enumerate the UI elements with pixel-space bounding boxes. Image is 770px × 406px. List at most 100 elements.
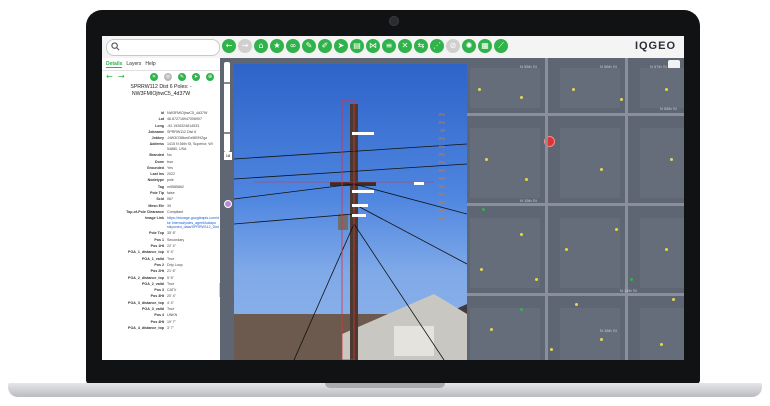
forward-arrow-icon[interactable]: → (118, 72, 125, 81)
pole-marker[interactable] (490, 328, 493, 331)
pole-marker[interactable] (672, 298, 675, 301)
pencil-icon[interactable]: ✐ (318, 39, 332, 53)
measurement-label: 0% (438, 120, 445, 125)
map-street (465, 203, 684, 206)
star-icon[interactable]: ★ (270, 39, 284, 53)
attachment-tag (352, 214, 366, 217)
block-icon[interactable]: ⊘ (446, 39, 460, 53)
pole-marker[interactable] (670, 158, 673, 161)
attachment-tag (352, 204, 368, 207)
direction-icon[interactable]: ➤ (192, 73, 200, 81)
navigate-icon[interactable]: ➤ (334, 39, 348, 53)
zoom-to-icon[interactable]: ⊕ (206, 73, 214, 81)
pole-marker[interactable] (485, 158, 488, 161)
pole-marker[interactable] (525, 178, 528, 181)
measurement-label: 0% (438, 160, 445, 165)
location-pin-icon[interactable] (224, 200, 232, 208)
pole-marker[interactable] (535, 278, 538, 281)
pole-marker[interactable] (665, 88, 668, 91)
panel-tabs: Details Layers Help (102, 58, 220, 71)
shuffle-icon[interactable]: ⇆ (414, 39, 428, 53)
link-icon[interactable]: ∞ (286, 39, 300, 53)
edit-icon[interactable]: ✎ (178, 73, 186, 81)
attachment-tag (352, 132, 374, 135)
panel-toolbar: ← → ✕ ≡ ✎ ➤ ⊕ (102, 71, 220, 83)
list-icon[interactable]: ≡ (164, 73, 172, 81)
pole-marker[interactable] (478, 88, 481, 91)
street-label: N 14th St (620, 288, 637, 293)
map-block (640, 128, 684, 198)
detail-key: Top-of-Pole Clearance (126, 209, 164, 214)
feature-title: SPRRW112 Dist 6 Poles: - NW3FMIOjhwC5_4d… (102, 84, 220, 98)
forward-icon[interactable]: → (238, 39, 252, 53)
measure-icon[interactable]: ⟋ (494, 39, 508, 53)
measurement-label: 0% (438, 176, 445, 181)
pole-marker[interactable] (600, 168, 603, 171)
tab-layers[interactable]: Layers (126, 61, 141, 68)
measurement-label: 0% (438, 136, 445, 141)
settings-icon[interactable]: ✺ (462, 39, 476, 53)
pole-marker[interactable] (565, 248, 568, 251)
pole-photo: 0% 0% 45 0% 0% 0% 0% 0% 0% 0% 0% 0% 0% 0% (234, 64, 467, 360)
pole-marker[interactable] (572, 88, 575, 91)
list-icon[interactable]: ≡ (382, 39, 396, 53)
map-block (640, 218, 684, 288)
measurement-label: 0% (438, 184, 445, 189)
feature-title-line2: NW3FMIOjhwC5_4d37W (131, 91, 191, 97)
close-icon[interactable]: ✕ (150, 73, 158, 81)
tools-icon[interactable]: ✕ (398, 39, 412, 53)
pole-marker[interactable] (660, 343, 663, 346)
image-link[interactable]: https://storage.googleapis.com/dp-ke int… (167, 216, 219, 229)
network-icon[interactable]: ⋈ (366, 39, 380, 53)
search-input[interactable] (106, 39, 220, 56)
pole-marker[interactable] (615, 228, 618, 231)
top-toolbar: ← → ⌂ ★ ∞ ✎ ✐ ➤ ▤ ⋈ ≡ ✕ ⇆ ⋰ ⊘ ✺ ▦ ⟋ IQGEO (102, 36, 684, 59)
pole-marker[interactable] (620, 98, 623, 101)
print-icon[interactable]: ▤ (350, 39, 364, 53)
street-label: N 58th St (660, 106, 677, 111)
detail-key: Address (149, 142, 164, 147)
zoom-slider[interactable] (224, 62, 230, 152)
street-label: N 57th St (650, 64, 667, 69)
app-screen: ← → ⌂ ★ ∞ ✎ ✐ ➤ ▤ ⋈ ≡ ✕ ⇆ ⋰ ⊘ ✺ ▦ ⟋ IQGEO Details Layers … (102, 36, 684, 360)
pole-marker[interactable] (575, 303, 578, 306)
map-block (640, 308, 684, 360)
detail-key: Jobkey (151, 136, 164, 141)
feature-title-line1: SPRRW112 Dist 6 Poles: - (130, 84, 192, 90)
pole-marker[interactable] (520, 233, 523, 236)
zoom-level: 18 (224, 152, 232, 160)
map-street (545, 58, 548, 360)
app-logo: IQGEO (634, 40, 676, 52)
laptop-notch (325, 383, 445, 388)
home-icon[interactable]: ⌂ (254, 39, 268, 53)
tab-help[interactable]: Help (145, 61, 155, 68)
measurement-label: 0% (438, 144, 445, 149)
map-block (560, 68, 620, 108)
pole-marker[interactable] (630, 278, 633, 281)
back-icon[interactable]: ← (222, 39, 236, 53)
pole-marker[interactable] (520, 96, 523, 99)
detail-row: Jobkey -NW3O38bmDx9lEfHZgz (102, 135, 220, 141)
pole-marker[interactable] (665, 248, 668, 251)
map-icon[interactable]: ▦ (478, 39, 492, 53)
pole-marker[interactable] (482, 208, 485, 211)
detail-value: -NW3O38bmDx9lEfHZgz (167, 136, 208, 141)
back-arrow-icon[interactable]: ← (106, 72, 113, 81)
map-block (640, 68, 684, 108)
map-street (465, 293, 684, 296)
detail-rows: Id NW3FMIOjhwC5_4d37W Lat 46.67271694700690… (102, 110, 220, 356)
edit-icon[interactable]: ✎ (302, 39, 316, 53)
street-label: N 16th St (600, 328, 617, 333)
pole-marker[interactable] (520, 308, 523, 311)
detail-row: Top-of-Pole Clearance Compliant (102, 209, 220, 215)
pole-marker[interactable] (600, 338, 603, 341)
share-icon[interactable]: ⋰ (430, 39, 444, 53)
measurement-label: 0% (438, 152, 445, 157)
pole-marker[interactable] (550, 348, 553, 351)
measurement-label: 0% (438, 192, 445, 197)
map-block (560, 218, 620, 288)
tab-details[interactable]: Details (106, 61, 123, 68)
tool-buttons: ← → ⌂ ★ ∞ ✎ ✐ ➤ ▤ ⋈ ≡ ✕ ⇆ ⋰ ⊘ ✺ ▦ ⟋ (222, 39, 508, 55)
detail-row: Address 1415 N 56th St, Superior, WI 5488… (102, 141, 220, 152)
pole-marker[interactable] (480, 268, 483, 271)
